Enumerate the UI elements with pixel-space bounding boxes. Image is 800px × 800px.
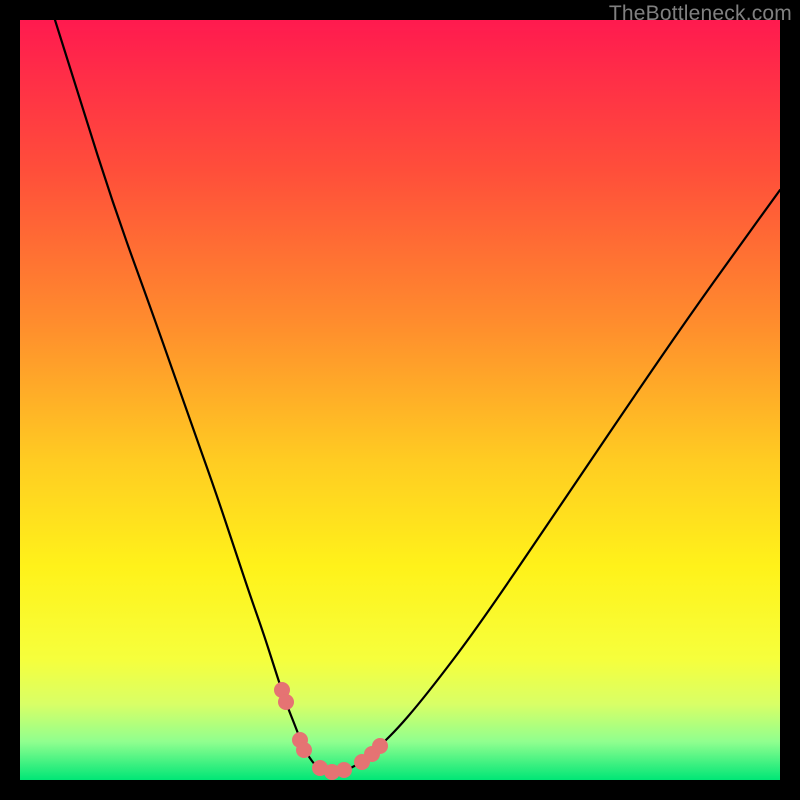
marker-dot xyxy=(278,694,294,710)
marker-dot xyxy=(296,742,312,758)
chart-frame xyxy=(20,20,780,780)
gradient-background xyxy=(20,20,780,780)
marker-dot xyxy=(336,762,352,778)
marker-dot xyxy=(372,738,388,754)
bottleneck-chart xyxy=(20,20,780,780)
